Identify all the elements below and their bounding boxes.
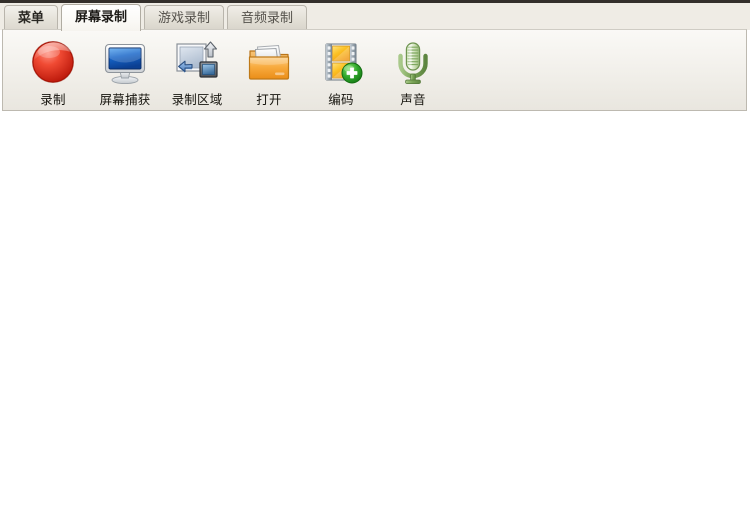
tab-screen-record-label: 屏幕录制 bbox=[75, 10, 128, 25]
tab-menu-label: 菜单 bbox=[18, 11, 45, 26]
toolbar-button-record[interactable]: 录制 bbox=[17, 36, 89, 108]
red-record-sphere-icon bbox=[29, 38, 77, 86]
application-window: 菜单 屏幕录制 游戏录制 音频录制 录制 屏幕捕获 录制区域 打开 编码 声音 bbox=[0, 0, 750, 529]
main-content-area bbox=[0, 112, 750, 529]
open-folder-icon bbox=[245, 38, 293, 86]
toolbar-button-record-area[interactable]: 录制区域 bbox=[161, 36, 233, 108]
monitor-icon bbox=[101, 38, 149, 86]
toolbar-button-open-label: 打开 bbox=[256, 92, 282, 107]
tab-audio-record[interactable]: 音频录制 bbox=[227, 5, 308, 30]
toolbar-button-sound-label: 声音 bbox=[400, 92, 426, 107]
toolbar-button-record-area-label: 录制区域 bbox=[171, 92, 223, 107]
tab-bar: 菜单 屏幕录制 游戏录制 音频录制 bbox=[0, 3, 750, 31]
film-strip-plus-icon bbox=[317, 38, 365, 86]
toolbar-button-open[interactable]: 打开 bbox=[233, 36, 305, 108]
tab-game-record-label: 游戏录制 bbox=[158, 11, 211, 26]
tab-audio-record-label: 音频录制 bbox=[241, 11, 294, 26]
toolbar-button-sound[interactable]: 声音 bbox=[377, 36, 449, 108]
tab-game-record[interactable]: 游戏录制 bbox=[144, 5, 225, 30]
toolbar-panel: 录制 屏幕捕获 录制区域 打开 编码 声音 bbox=[2, 29, 747, 111]
microphone-icon bbox=[389, 38, 437, 86]
toolbar-button-record-label: 录制 bbox=[40, 92, 66, 107]
tab-menu[interactable]: 菜单 bbox=[4, 5, 59, 30]
toolbar-button-screen-capture[interactable]: 屏幕捕获 bbox=[89, 36, 161, 108]
toolbar-button-encode[interactable]: 编码 bbox=[305, 36, 377, 108]
toolbar-button-screen-capture-label: 屏幕捕获 bbox=[99, 92, 151, 107]
selection-region-icon bbox=[173, 38, 221, 86]
tab-screen-record[interactable]: 屏幕录制 bbox=[61, 4, 142, 31]
toolbar-button-encode-label: 编码 bbox=[328, 92, 354, 107]
toolbar-button-group: 录制 屏幕捕获 录制区域 打开 编码 声音 bbox=[3, 30, 746, 108]
